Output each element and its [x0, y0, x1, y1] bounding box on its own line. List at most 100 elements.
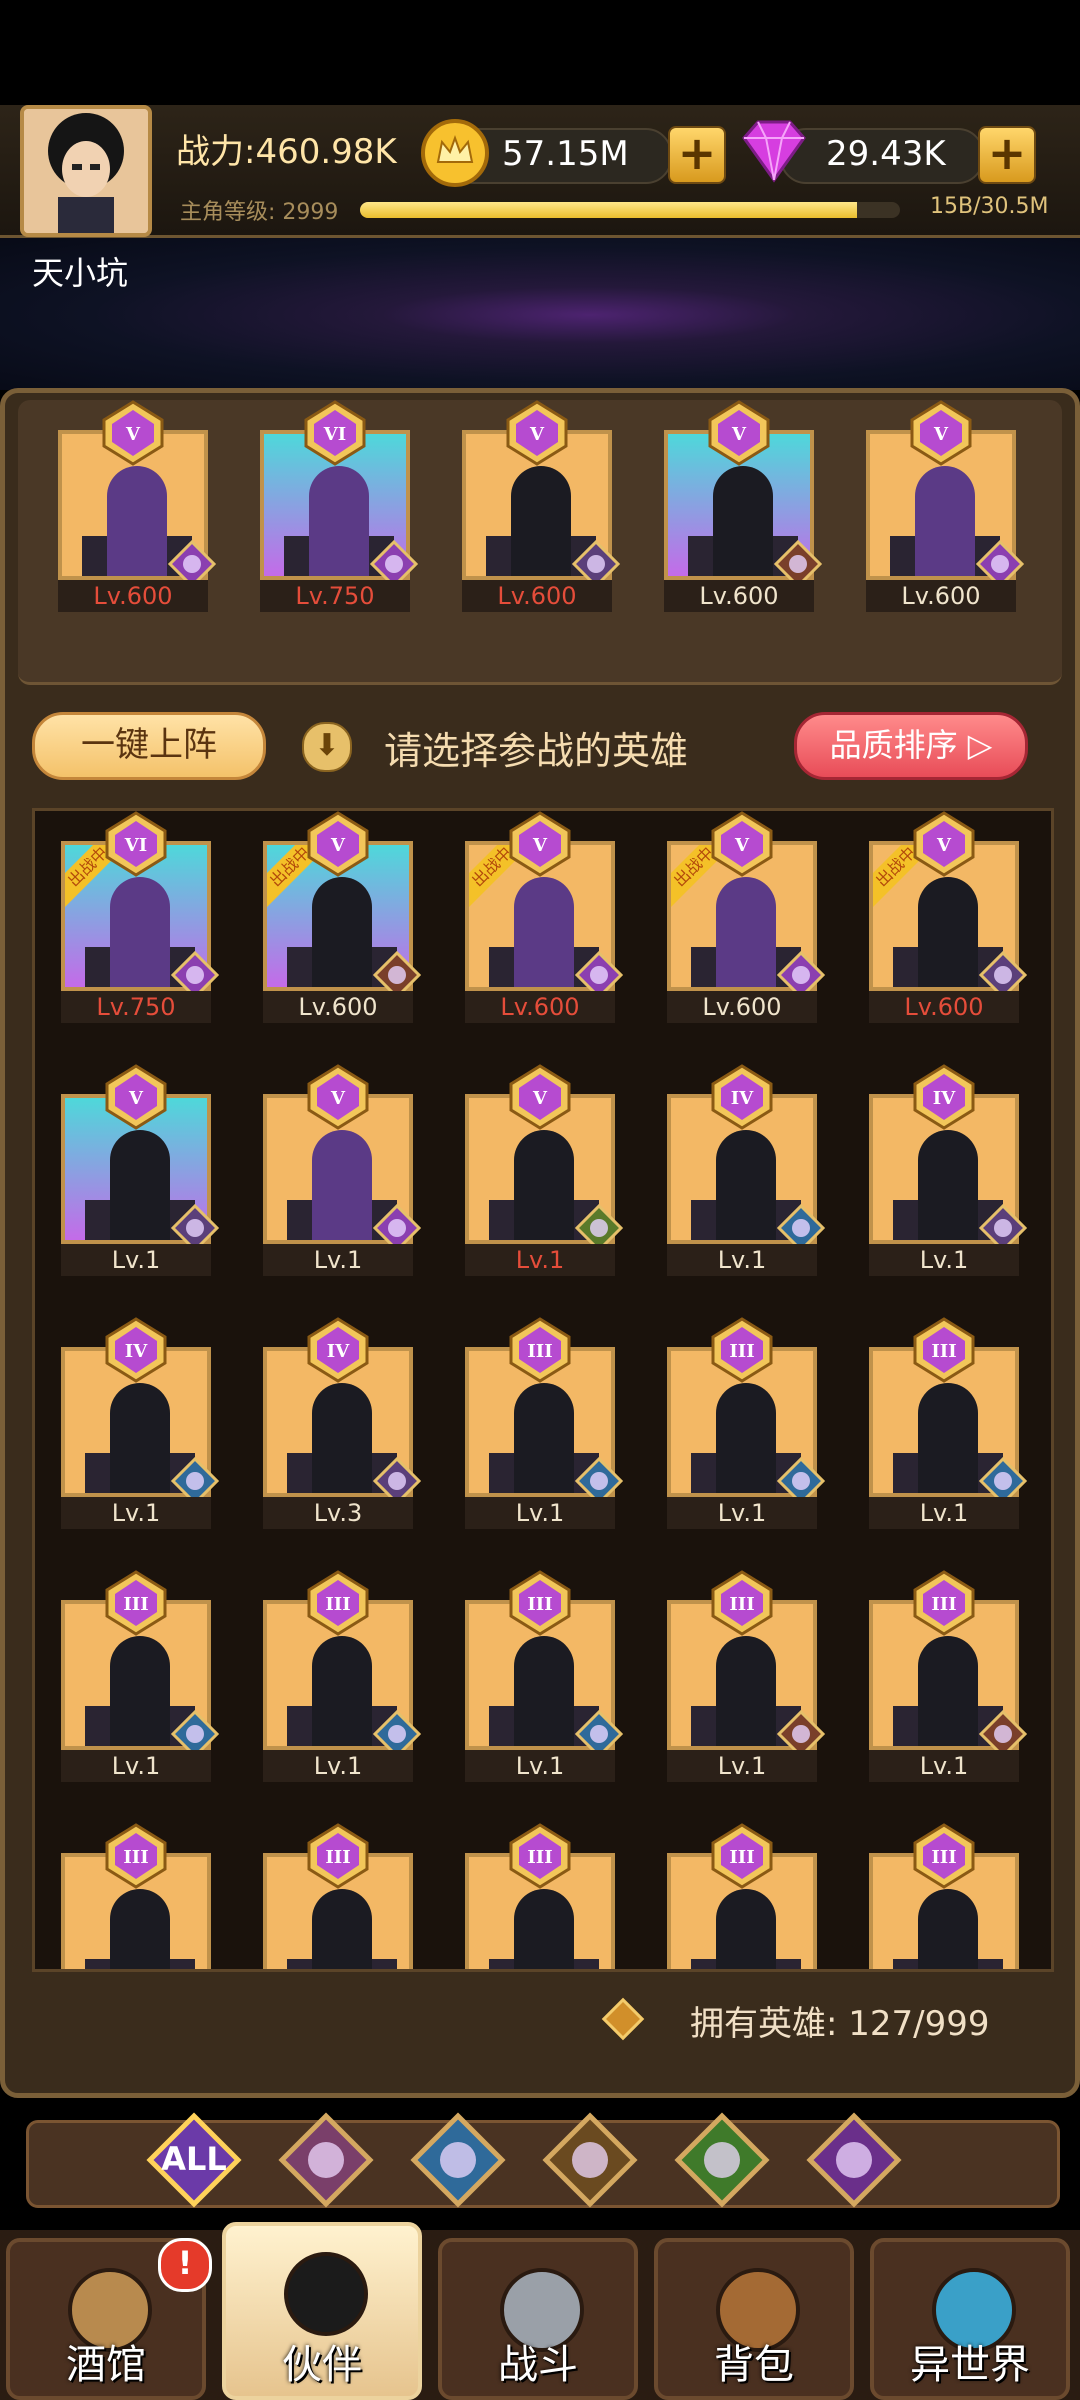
rank-badge-icon: IV — [911, 1064, 977, 1130]
hero-silhouette — [514, 877, 574, 987]
nav-treasure-chest[interactable]: 背包 — [654, 2238, 854, 2400]
rank-badge-icon: III — [305, 1570, 371, 1636]
hero-card[interactable]: III Lv.1 — [465, 1570, 624, 1782]
hero-card[interactable]: 出战中 V Lv.600 — [869, 811, 1028, 1023]
hero-card[interactable]: III Lv.1 — [667, 1570, 826, 1782]
nav-label: 战斗 — [498, 2342, 578, 2388]
rank-badge-icon: V — [305, 1064, 371, 1130]
svg-text:V: V — [529, 424, 545, 445]
svg-text:III: III — [527, 1341, 552, 1362]
hero-silhouette — [716, 877, 776, 987]
hero-level: Lv.600 — [465, 991, 615, 1023]
hero-level: Lv.1 — [263, 1750, 413, 1782]
rank-badge-icon: III — [911, 1823, 977, 1889]
select-hero-hint: 请选择参战的英雄 — [384, 729, 689, 773]
hero-level: Lv.1 — [667, 1497, 817, 1529]
hero-card[interactable]: IV Lv.1 — [61, 1317, 220, 1529]
hero-silhouette — [110, 877, 170, 987]
quality-sort-button[interactable]: 品质排序 ▷ — [794, 712, 1028, 780]
hero-card[interactable]: 出战中 V Lv.600 — [465, 811, 624, 1023]
hero-level: Lv.600 — [866, 580, 1016, 612]
team-slot[interactable]: V Lv.600 — [664, 400, 823, 612]
hero-card[interactable]: III Lv.1 — [61, 1570, 220, 1782]
info-arrow-icon[interactable]: ⬇ — [302, 722, 352, 772]
hero-silhouette — [918, 1636, 978, 1746]
hero-level: Lv.1 — [465, 1244, 615, 1276]
hero-card[interactable]: III — [667, 1823, 817, 1969]
faction-emblem — [572, 2142, 608, 2178]
hero-level: Lv.600 — [263, 991, 413, 1023]
nav-crossed-swords[interactable]: 战斗 — [438, 2238, 638, 2400]
team-slot[interactable]: VI Lv.750 — [260, 400, 419, 612]
hero-card[interactable]: III — [263, 1823, 413, 1969]
crown-faction-icon[interactable] — [278, 2112, 374, 2208]
hero-silhouette — [918, 877, 978, 987]
hero-level: Lv.1 — [61, 1750, 211, 1782]
hero-silhouette — [107, 466, 167, 576]
nav-partner-avatar[interactable]: 伙伴 — [222, 2222, 422, 2400]
rank-badge-icon: V — [709, 811, 775, 877]
gem-amount: 29.43K — [826, 134, 946, 174]
add-gold-button[interactable]: + — [668, 126, 726, 184]
hero-card[interactable]: III Lv.1 — [869, 1570, 1028, 1782]
svg-text:IV: IV — [933, 1088, 956, 1109]
rank-badge-icon: III — [305, 1823, 371, 1889]
hero-card[interactable]: IV Lv.1 — [869, 1064, 1028, 1276]
all-icon[interactable]: ALL — [146, 2112, 242, 2208]
hero-silhouette — [312, 877, 372, 987]
hero-silhouette — [110, 1636, 170, 1746]
player-avatar[interactable] — [20, 105, 152, 237]
one-key-deploy-button[interactable]: 一键上阵 — [32, 712, 266, 780]
hero-card[interactable]: 出战中 V Lv.600 — [667, 811, 826, 1023]
rank-badge-icon: III — [103, 1823, 169, 1889]
rank-badge-icon: V — [103, 1064, 169, 1130]
svg-text:V: V — [734, 835, 750, 856]
hero-silhouette — [915, 466, 975, 576]
hero-card[interactable]: III Lv.1 — [667, 1317, 826, 1529]
hero-card[interactable]: 出战中 V Lv.600 — [263, 811, 422, 1023]
hero-card[interactable]: III — [61, 1823, 211, 1969]
hero-card[interactable]: III Lv.1 — [263, 1570, 422, 1782]
hero-level: Lv.1 — [667, 1750, 817, 1782]
hero-silhouette — [716, 1383, 776, 1493]
lion-faction-icon[interactable] — [542, 2112, 638, 2208]
hero-level: Lv.750 — [260, 580, 410, 612]
svg-text:III: III — [931, 1341, 956, 1362]
svg-text:IV: IV — [125, 1341, 148, 1362]
hero-card[interactable]: V Lv.1 — [263, 1064, 422, 1276]
hero-level: Lv.1 — [465, 1750, 615, 1782]
svg-text:III: III — [729, 1341, 754, 1362]
hero-card[interactable]: III Lv.1 — [465, 1317, 624, 1529]
hero-level-fill — [360, 202, 857, 218]
svg-text:V: V — [731, 424, 747, 445]
team-slot[interactable]: V Lv.600 — [462, 400, 621, 612]
team-slot[interactable]: V Lv.600 — [58, 400, 217, 612]
hero-silhouette — [716, 1130, 776, 1240]
hero-card[interactable]: V Lv.1 — [61, 1064, 220, 1276]
rank-badge-icon: V — [908, 400, 974, 466]
hero-card[interactable]: 出战中 VI Lv.750 — [61, 811, 220, 1023]
add-gems-button[interactable]: + — [978, 126, 1036, 184]
team-slot[interactable]: V Lv.600 — [866, 400, 1025, 612]
hero-card[interactable]: V Lv.1 — [465, 1064, 624, 1276]
hero-grid[interactable]: 出战中 VI Lv.750 出战中 V Lv.600 出战中 V Lv.600 出战中… — [32, 808, 1054, 1972]
hero-level: Lv.1 — [61, 1497, 211, 1529]
hero-card[interactable]: III Lv.1 — [869, 1317, 1028, 1529]
hero-card[interactable]: IV Lv.3 — [263, 1317, 422, 1529]
hero-card[interactable]: III — [869, 1823, 1019, 1969]
gold-coin-icon — [420, 118, 490, 188]
rank-badge-icon: III — [507, 1823, 573, 1889]
hero-silhouette — [514, 1889, 574, 1969]
hero-level: Lv.600 — [664, 580, 814, 612]
partner-avatar-icon — [276, 2244, 376, 2344]
demon-faction-icon[interactable] — [806, 2112, 902, 2208]
elf-faction-icon[interactable] — [674, 2112, 770, 2208]
hero-card[interactable]: III — [465, 1823, 615, 1969]
rank-badge-icon: VI — [103, 811, 169, 877]
hero-card[interactable]: IV Lv.1 — [667, 1064, 826, 1276]
nav-portal[interactable]: 异世界 — [870, 2238, 1070, 2400]
fish-faction-icon[interactable] — [410, 2112, 506, 2208]
rank-badge-icon: III — [709, 1317, 775, 1383]
hero-level-bar — [360, 202, 900, 218]
faction-emblem — [308, 2142, 344, 2178]
